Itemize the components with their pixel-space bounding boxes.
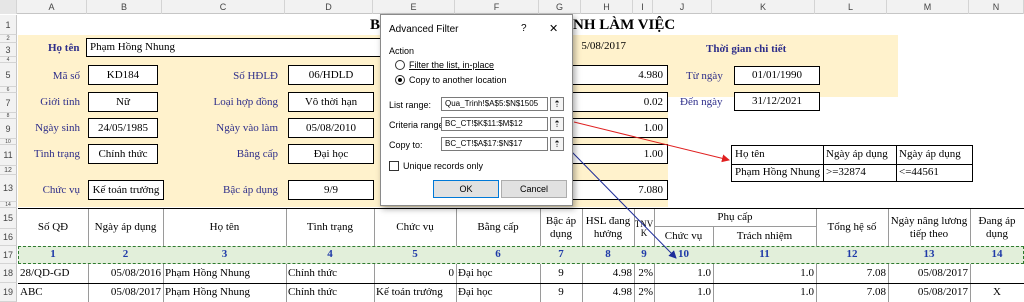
copy-to-label: Copy to: — [389, 140, 423, 150]
filter-in-place-label[interactable]: Filter the list, in-place — [409, 60, 494, 70]
filter-in-place-radio[interactable] — [395, 60, 405, 70]
list-range-label: List range: — [389, 100, 432, 110]
copy-to-arrow — [569, 149, 677, 259]
copy-to-input[interactable]: BC_CT!$A$17:$N$17 — [441, 137, 548, 151]
action-group-label: Action — [389, 46, 415, 56]
copy-location-radio[interactable] — [395, 75, 405, 85]
ok-button[interactable]: OK — [433, 180, 499, 198]
criteria-range-collapse-icon[interactable]: ⇡ — [550, 117, 564, 131]
close-icon[interactable]: ✕ — [549, 22, 558, 35]
unique-records-checkbox[interactable] — [389, 161, 399, 171]
advanced-filter-dialog: Advanced Filter ? ✕ Action Filter the li… — [380, 14, 573, 206]
copy-location-label[interactable]: Copy to another location — [409, 75, 507, 85]
criteria-range-label: Criteria range: — [389, 120, 447, 130]
criteria-arrow — [573, 121, 730, 163]
dialog-title: Advanced Filter — [389, 24, 459, 35]
help-button[interactable]: ? — [521, 23, 527, 34]
unique-records-label[interactable]: Unique records only — [403, 161, 483, 171]
list-range-input[interactable]: Qua_Trinh!$A$5:$N$1505 — [441, 97, 548, 111]
list-range-collapse-icon[interactable]: ⇡ — [550, 97, 564, 111]
cancel-button[interactable]: Cancel — [501, 180, 567, 198]
copy-to-collapse-icon[interactable]: ⇡ — [550, 137, 564, 151]
criteria-range-input[interactable]: BC_CT!$K$11:$M$12 — [441, 117, 548, 131]
